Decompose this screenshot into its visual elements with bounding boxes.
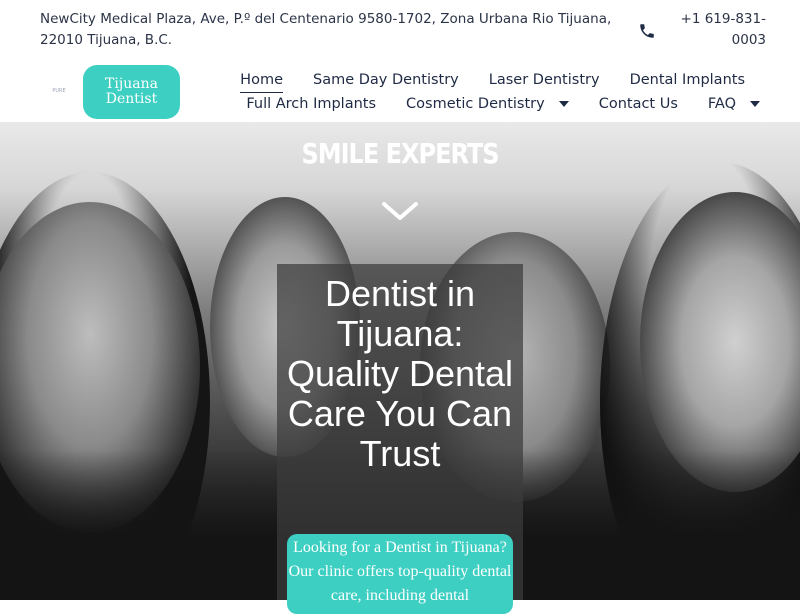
chevron-down-icon: [558, 101, 569, 107]
logo-text-line2: Dentist: [105, 91, 158, 107]
logo-text-line1: Tijuana: [105, 76, 158, 92]
nav-cosmetic-label: Cosmetic Dentistry: [406, 96, 545, 112]
nav-same-day-label: Same Day Dentistry: [313, 72, 459, 88]
nav-faq[interactable]: FAQ: [708, 94, 760, 114]
nav-full-arch-label: Full Arch Implants: [246, 96, 377, 112]
hero-tagline: SMILE EXPERTS: [301, 137, 499, 171]
nav-implants-label: Dental Implants: [629, 72, 745, 88]
nav-menu-row-2: Full Arch Implants Cosmetic Dentistry Co…: [246, 94, 760, 114]
phone-number-link[interactable]: +1 619-831-0003: [676, 9, 766, 51]
nav-laser-label: Laser Dentistry: [488, 72, 600, 88]
chevron-down-icon[interactable]: [380, 200, 420, 222]
nav-faq-label: FAQ: [707, 96, 736, 112]
top-info-bar: NewCity Medical Plaza, Ave, P.º del Cent…: [0, 0, 800, 62]
nav-home-label: Home: [240, 72, 283, 88]
clinic-address: NewCity Medical Plaza, Ave, P.º del Cent…: [40, 11, 612, 48]
site-logo[interactable]: Tijuana Dentist: [83, 65, 180, 119]
nav-laser-dentistry[interactable]: Laser Dentistry: [489, 70, 600, 90]
nav-same-day-dentistry[interactable]: Same Day Dentistry: [313, 70, 459, 90]
chevron-down-icon: [750, 101, 760, 107]
nav-dental-implants[interactable]: Dental Implants: [630, 70, 745, 90]
nav-contact-label: Contact Us: [598, 96, 678, 112]
intro-text: Looking for a Dentist in Tijuana? Our cl…: [288, 539, 512, 604]
nav-home[interactable]: Home: [240, 70, 283, 93]
nav-full-arch-implants[interactable]: Full Arch Implants: [246, 94, 376, 114]
nav-contact-us[interactable]: Contact Us: [599, 94, 678, 114]
page-title: Dentist in Tijuana: Quality Dental Care …: [286, 273, 514, 474]
nav-cosmetic-dentistry[interactable]: Cosmetic Dentistry: [406, 94, 569, 114]
phone-icon[interactable]: [638, 22, 656, 40]
secondary-logo: PURE: [52, 88, 66, 94]
nav-menu-row-1: Home Same Day Dentistry Laser Dentistry …: [240, 70, 745, 93]
